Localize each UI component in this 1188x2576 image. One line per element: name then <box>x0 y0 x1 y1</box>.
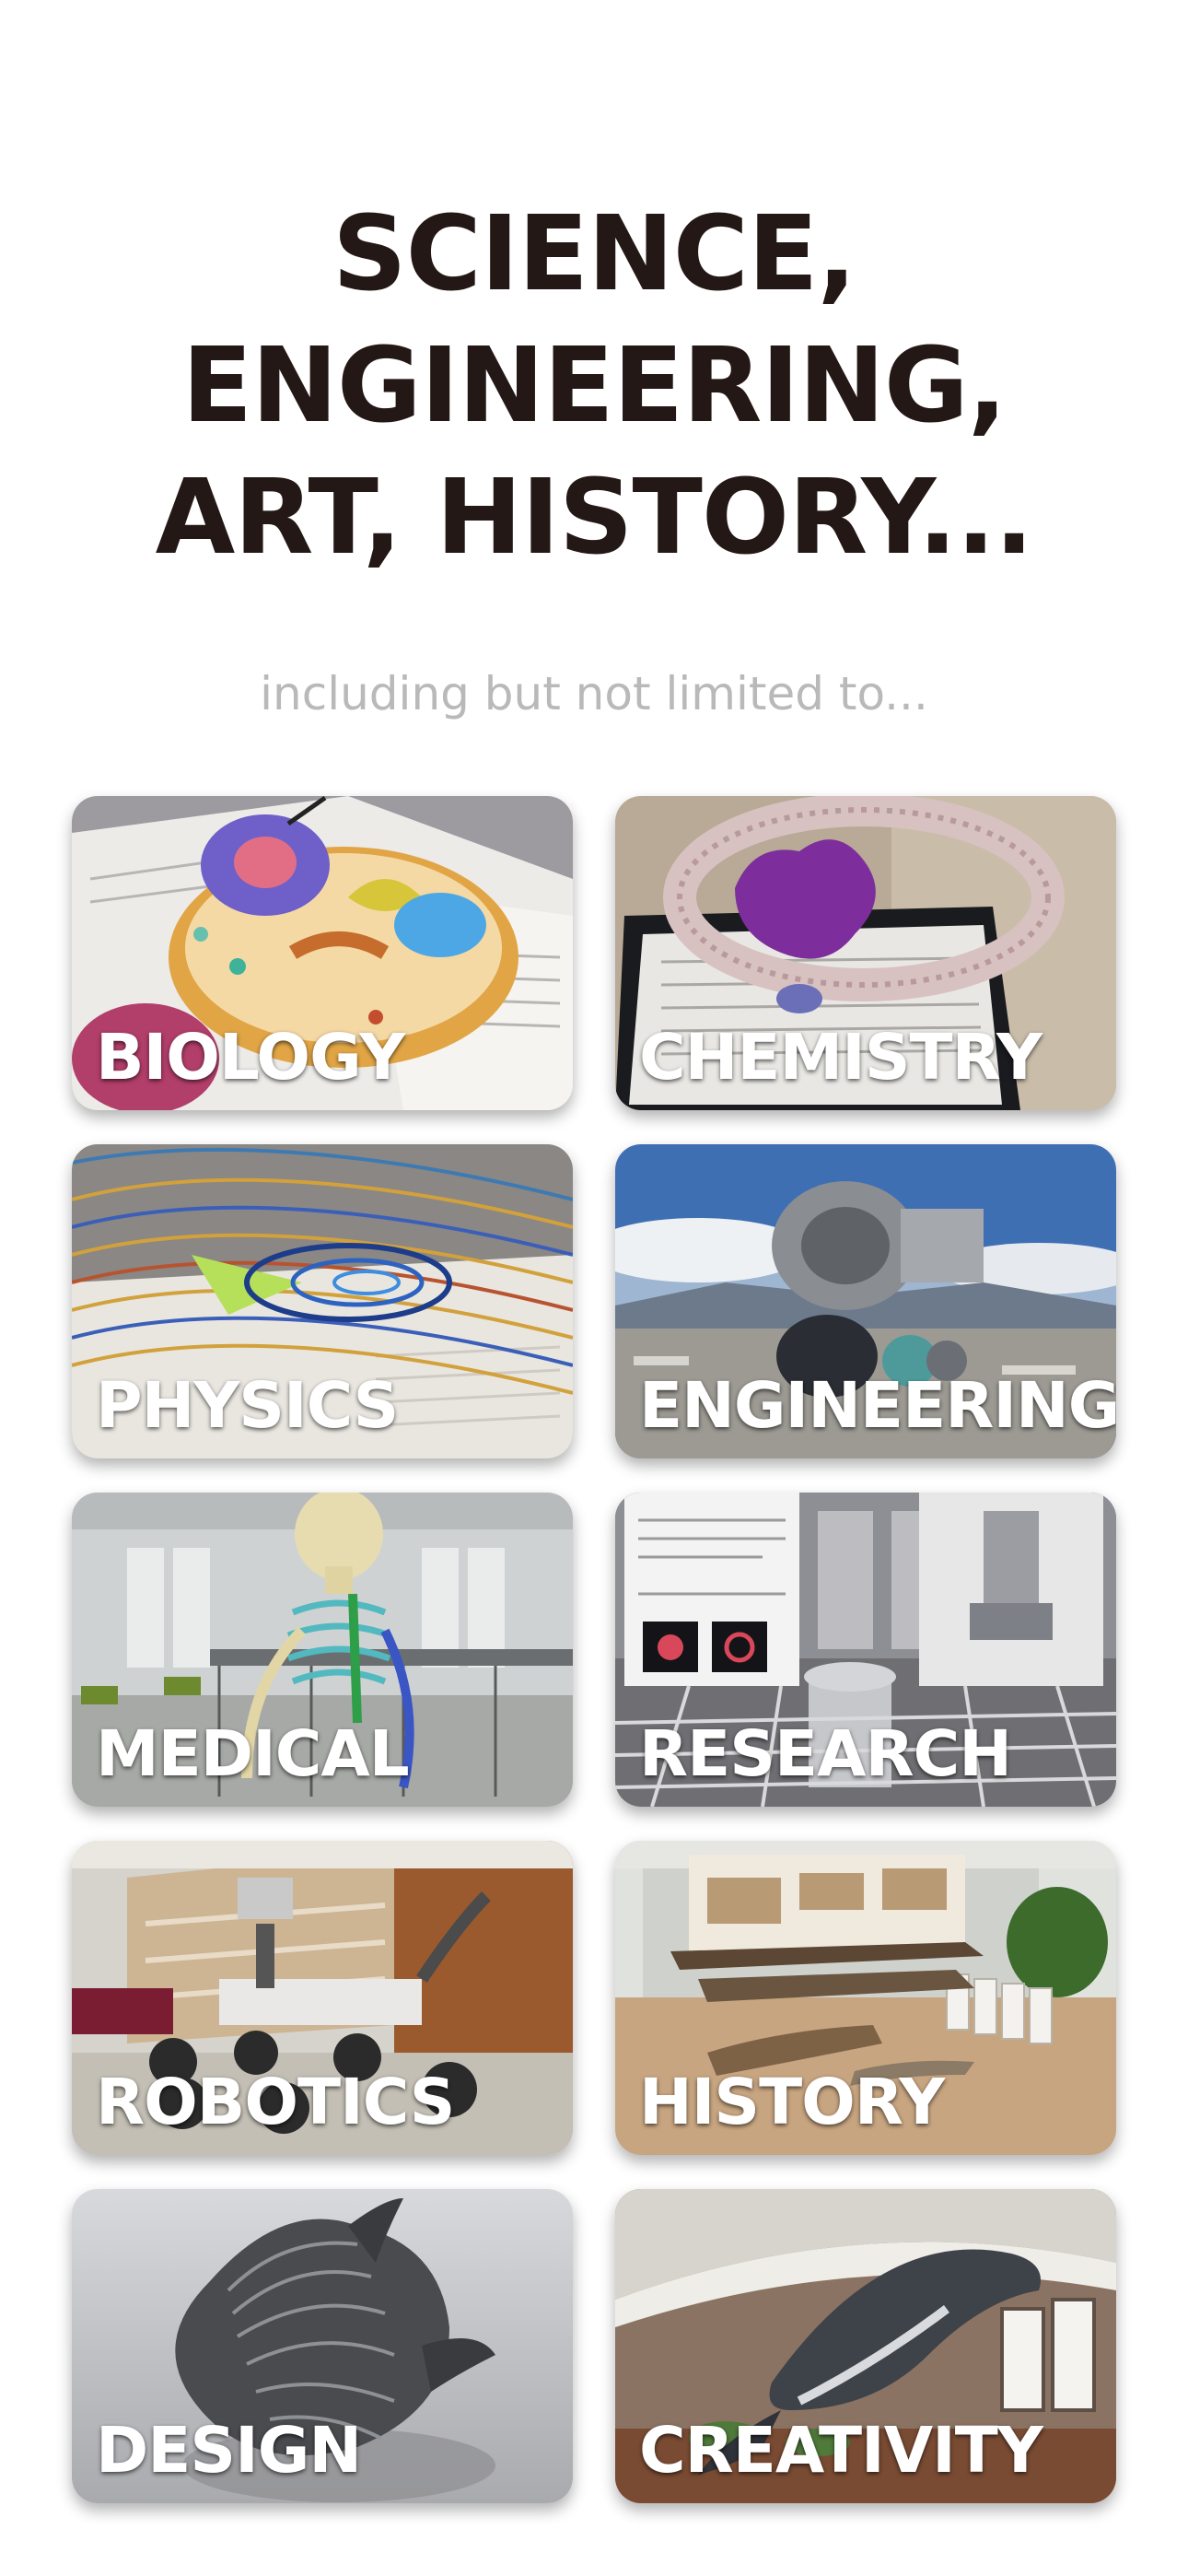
category-card-engineering[interactable]: ENGINEERING <box>615 1144 1116 1458</box>
category-label: BIOLOGY <box>96 1021 405 1095</box>
category-label: MEDICAL <box>96 1717 410 1791</box>
category-card-history[interactable]: HISTORY <box>615 1841 1116 2155</box>
category-label: CREATIVITY <box>639 2414 1043 2488</box>
category-label: ENGINEERING <box>639 1369 1116 1443</box>
category-card-robotics[interactable]: ROBOTICS <box>72 1841 573 2155</box>
category-label: RESEARCH <box>639 1717 1012 1791</box>
headline: SCIENCE, ENGINEERING, ART, HISTORY... <box>0 189 1188 584</box>
subtitle: including but not limited to... <box>260 667 928 720</box>
category-label: PHYSICS <box>96 1369 399 1443</box>
category-card-medical[interactable]: MEDICAL <box>72 1493 573 1807</box>
category-card-creativity[interactable]: CREATIVITY <box>615 2189 1116 2503</box>
category-card-design[interactable]: DESIGN <box>72 2189 573 2503</box>
category-card-research[interactable]: RESEARCH <box>615 1493 1116 1807</box>
category-label: ROBOTICS <box>96 2066 455 2139</box>
headline-line: SCIENCE, <box>332 194 856 314</box>
category-label: DESIGN <box>96 2414 362 2488</box>
category-card-chemistry[interactable]: CHEMISTRY <box>615 796 1116 1110</box>
category-card-physics[interactable]: PHYSICS <box>72 1144 573 1458</box>
headline-line: ART, HISTORY... <box>155 458 1034 578</box>
category-label: CHEMISTRY <box>639 1021 1042 1095</box>
category-card-biology[interactable]: BIOLOGY <box>72 796 573 1110</box>
category-label: HISTORY <box>639 2066 945 2139</box>
headline-line: ENGINEERING, <box>181 326 1007 446</box>
category-grid: BIOLOGY CHEMISTRY PHYSICS ENGINEERING ME… <box>72 796 1116 2503</box>
